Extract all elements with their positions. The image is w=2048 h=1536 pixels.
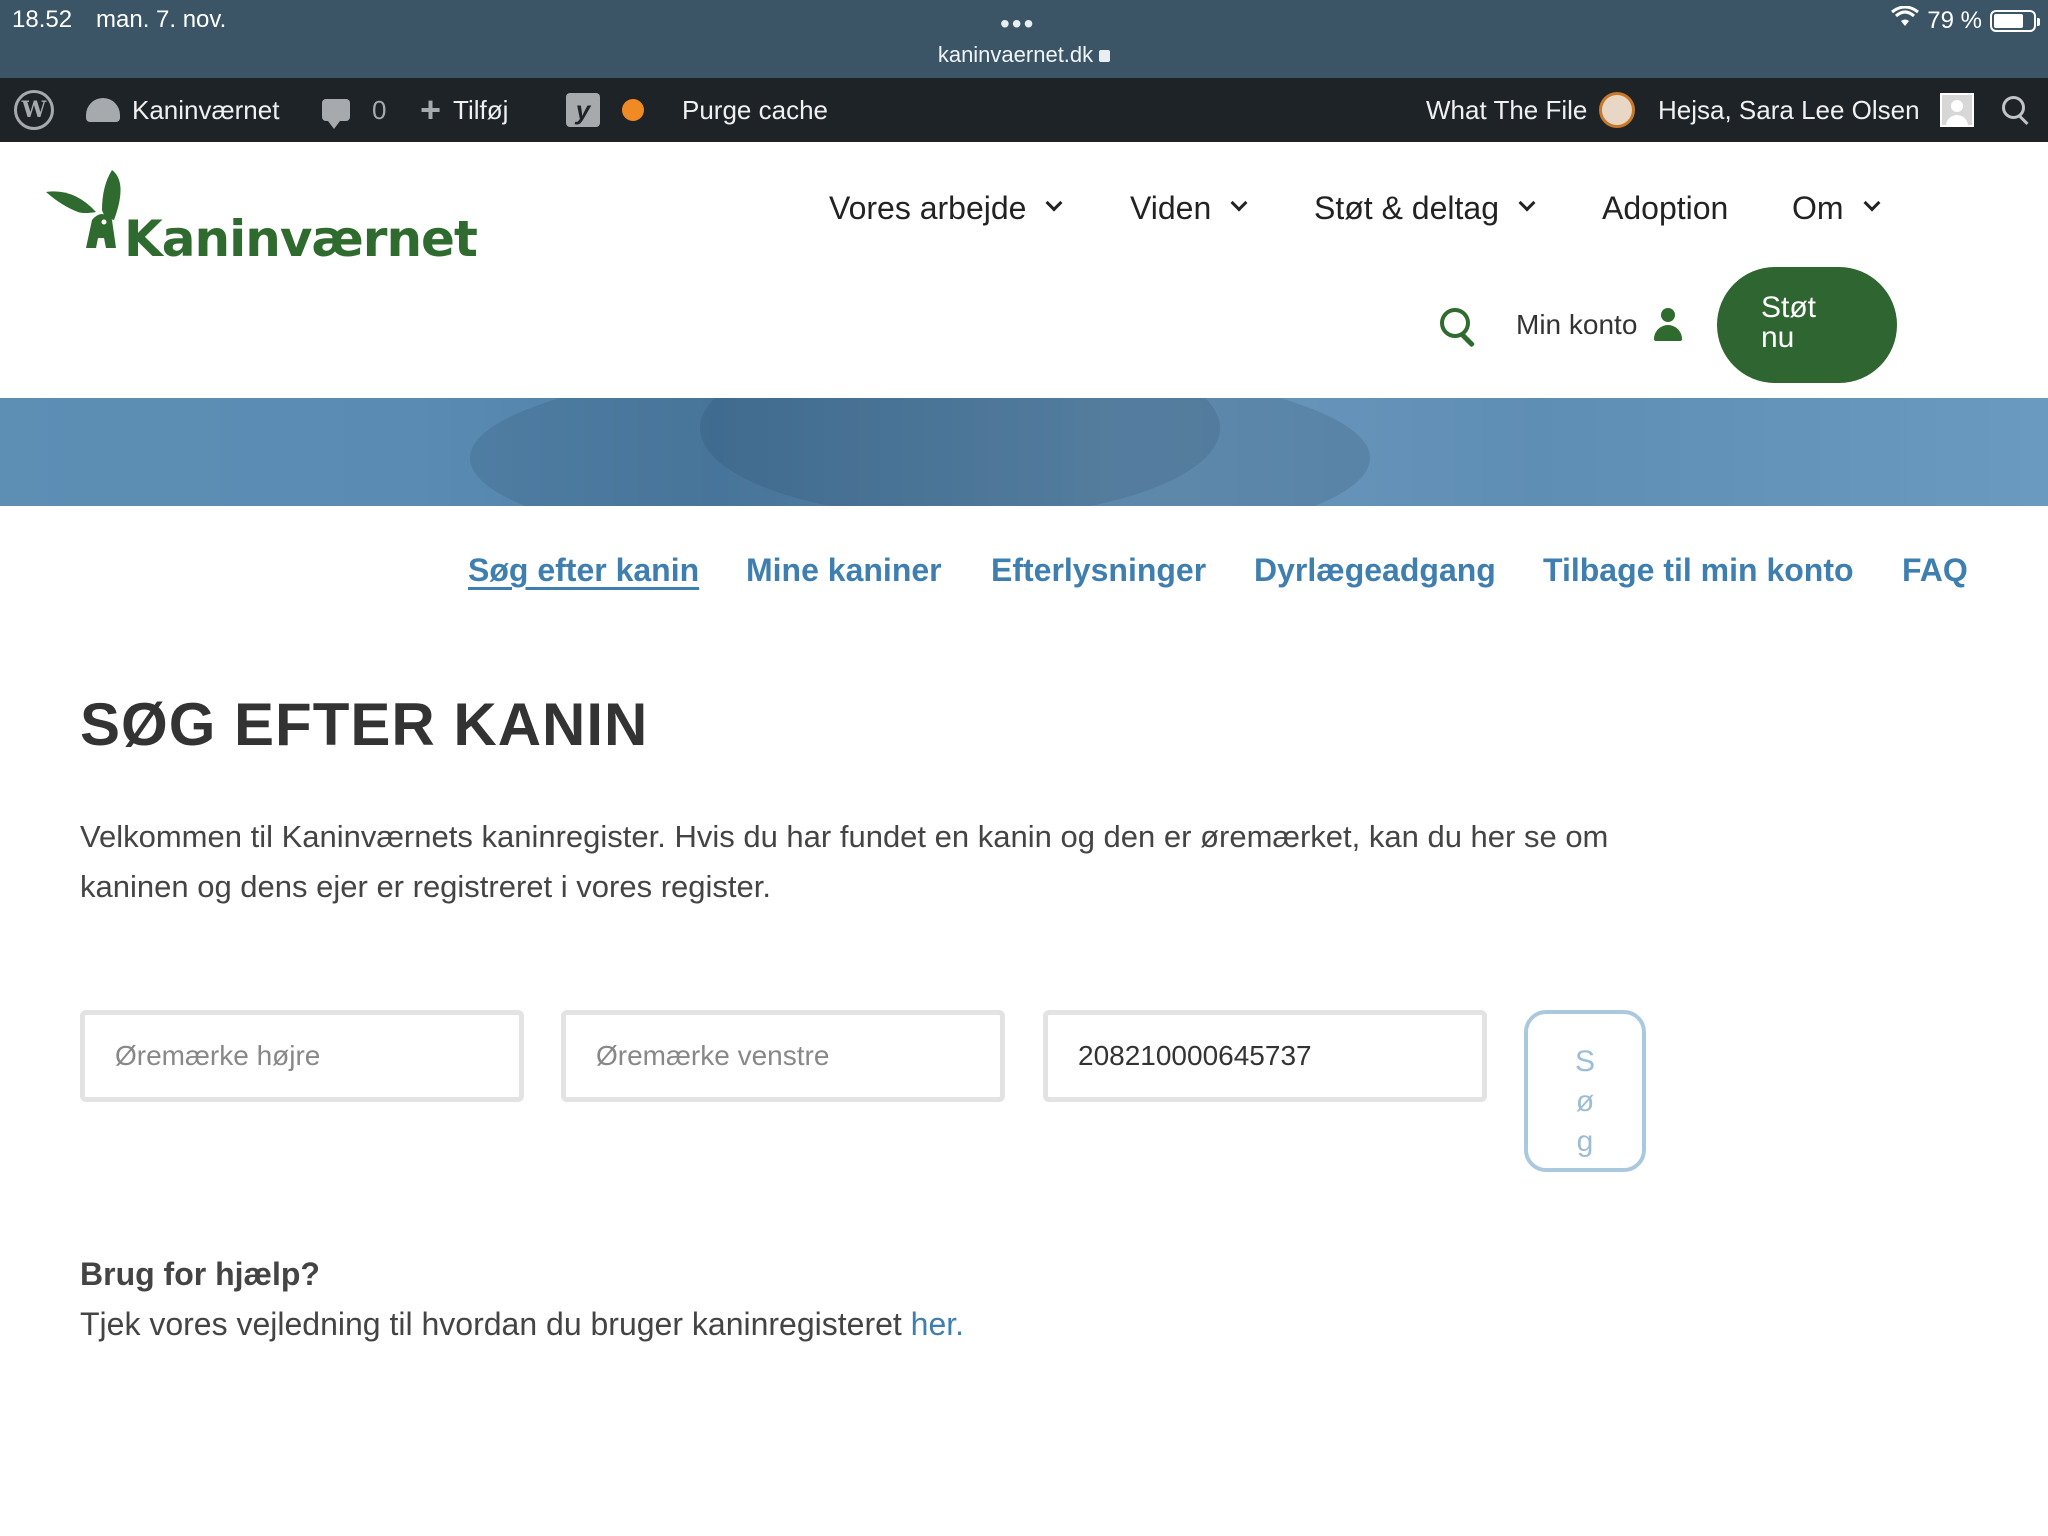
add-new-link[interactable]: + Tilføj [420, 78, 508, 142]
what-the-file-label: What The File [1426, 94, 1588, 125]
seo-status-dot [622, 99, 644, 121]
right-ear-field[interactable] [80, 1010, 524, 1102]
page-title: SØG EFTER KANIN [80, 691, 649, 758]
more-options-icon[interactable]: ••• [1000, 8, 1035, 40]
subnav-efterlysninger[interactable]: Efterlysninger [991, 552, 1206, 589]
subnav-mine-kaniner[interactable]: Mine kaniner [746, 552, 942, 589]
help-link[interactable]: her. [911, 1306, 964, 1342]
donate-label-line1: Støt [1761, 291, 1817, 324]
search-button[interactable]: S ø g [1524, 1010, 1646, 1172]
what-the-file-icon [1599, 92, 1636, 128]
comments-count: 0 [372, 94, 387, 125]
nav-label: Om [1792, 190, 1844, 226]
min-konto-link[interactable]: Min konto [1516, 308, 1683, 342]
subnav-faq[interactable]: FAQ [1902, 552, 1968, 589]
admin-search-button[interactable] [2002, 78, 2030, 142]
help-paragraph: Tjek vores vejledning til hvordan du bru… [80, 1306, 964, 1343]
dashboard-icon [86, 98, 120, 122]
search-button-char: S [1574, 1045, 1595, 1078]
wordpress-logo-button[interactable]: W [14, 78, 54, 142]
chevron-down-icon [1045, 194, 1063, 211]
subnav-sog-efter-kanin[interactable]: Søg efter kanin [468, 552, 699, 589]
account-menu[interactable]: Hejsa, Sara Lee Olsen [1658, 78, 1974, 142]
battery-icon [1990, 9, 2040, 32]
nav-label: Støt & deltag [1314, 190, 1499, 226]
chevron-down-icon [1518, 194, 1536, 211]
url-text: kaninvaernet.dk [937, 42, 1094, 67]
site-header: Kaninværnet Vores arbejde Viden Støt & d… [0, 142, 2048, 398]
yoast-icon: y [566, 93, 600, 127]
search-icon [2002, 96, 2030, 124]
subnav-dyrlaegeadgang[interactable]: Dyrlægeadgang [1254, 552, 1496, 589]
nav-viden[interactable]: Viden [1130, 190, 1248, 227]
nav-label: Vores arbejde [829, 190, 1027, 226]
what-the-file-link[interactable]: What The File [1426, 78, 1636, 142]
user-icon [1653, 308, 1683, 342]
left-ear-field[interactable] [561, 1010, 1005, 1102]
nav-om[interactable]: Om [1792, 190, 1881, 227]
address-bar[interactable]: kaninvaernet.dk [0, 42, 2048, 68]
greeting: Hejsa, Sara Lee Olsen [1658, 94, 1920, 125]
search-button-char: g [1576, 1125, 1594, 1158]
add-new-label: Tilføj [453, 94, 509, 125]
nav-vores-arbejde[interactable]: Vores arbejde [829, 190, 1063, 227]
help-text: Tjek vores vejledning til hvordan du bru… [80, 1306, 902, 1342]
site-search-icon[interactable] [1440, 308, 1476, 344]
wifi-icon [1891, 5, 1920, 35]
nav-adoption[interactable]: Adoption [1602, 190, 1728, 227]
status-bar: 18.52 man. 7. nov. ••• kaninvaernet.dk 7… [0, 0, 2048, 78]
logo-text: Kaninværnet [124, 210, 478, 268]
status-date: man. 7. nov. [96, 6, 227, 33]
comment-icon [322, 99, 350, 129]
search-button-char: ø [1575, 1085, 1595, 1118]
status-indicators: 79 % [1891, 5, 2040, 35]
help-heading: Brug for hjælp? [80, 1256, 320, 1292]
nav-label: Viden [1130, 190, 1212, 226]
chevron-down-icon [1863, 194, 1881, 211]
lock-icon [1099, 50, 1111, 62]
purge-cache-button[interactable]: Purge cache [682, 78, 828, 142]
nav-label: Adoption [1602, 190, 1729, 226]
battery-percent: 79 % [1927, 6, 1982, 34]
chip-number-field[interactable] [1043, 1010, 1487, 1102]
site-logo[interactable]: Kaninværnet [44, 162, 478, 268]
status-time: 18.52 [12, 6, 73, 33]
nav-stot-deltag[interactable]: Støt & deltag [1314, 190, 1536, 227]
donate-label-line2: nu [1761, 321, 1795, 354]
admin-bar: W Kaninværnet 0 + Tilføj y Purge cache W… [0, 78, 2048, 142]
intro-text: Velkommen til Kaninværnets kaninregister… [80, 819, 1609, 904]
seo-menu[interactable]: y [566, 78, 644, 142]
purge-cache-label: Purge cache [682, 94, 828, 125]
min-konto-label: Min konto [1516, 309, 1638, 340]
chevron-down-icon [1230, 194, 1248, 211]
site-name: Kaninværnet [132, 94, 280, 125]
comments-link[interactable]: 0 [322, 78, 386, 142]
donate-button[interactable]: Støt nu [1717, 267, 1897, 383]
wordpress-icon: W [14, 90, 54, 130]
subnav-tilbage-til-min-konto[interactable]: Tilbage til min konto [1543, 552, 1854, 589]
avatar [1939, 93, 1974, 127]
hero-banner [0, 398, 2048, 506]
site-name-link[interactable]: Kaninværnet [86, 78, 279, 142]
plus-icon: + [420, 89, 442, 130]
